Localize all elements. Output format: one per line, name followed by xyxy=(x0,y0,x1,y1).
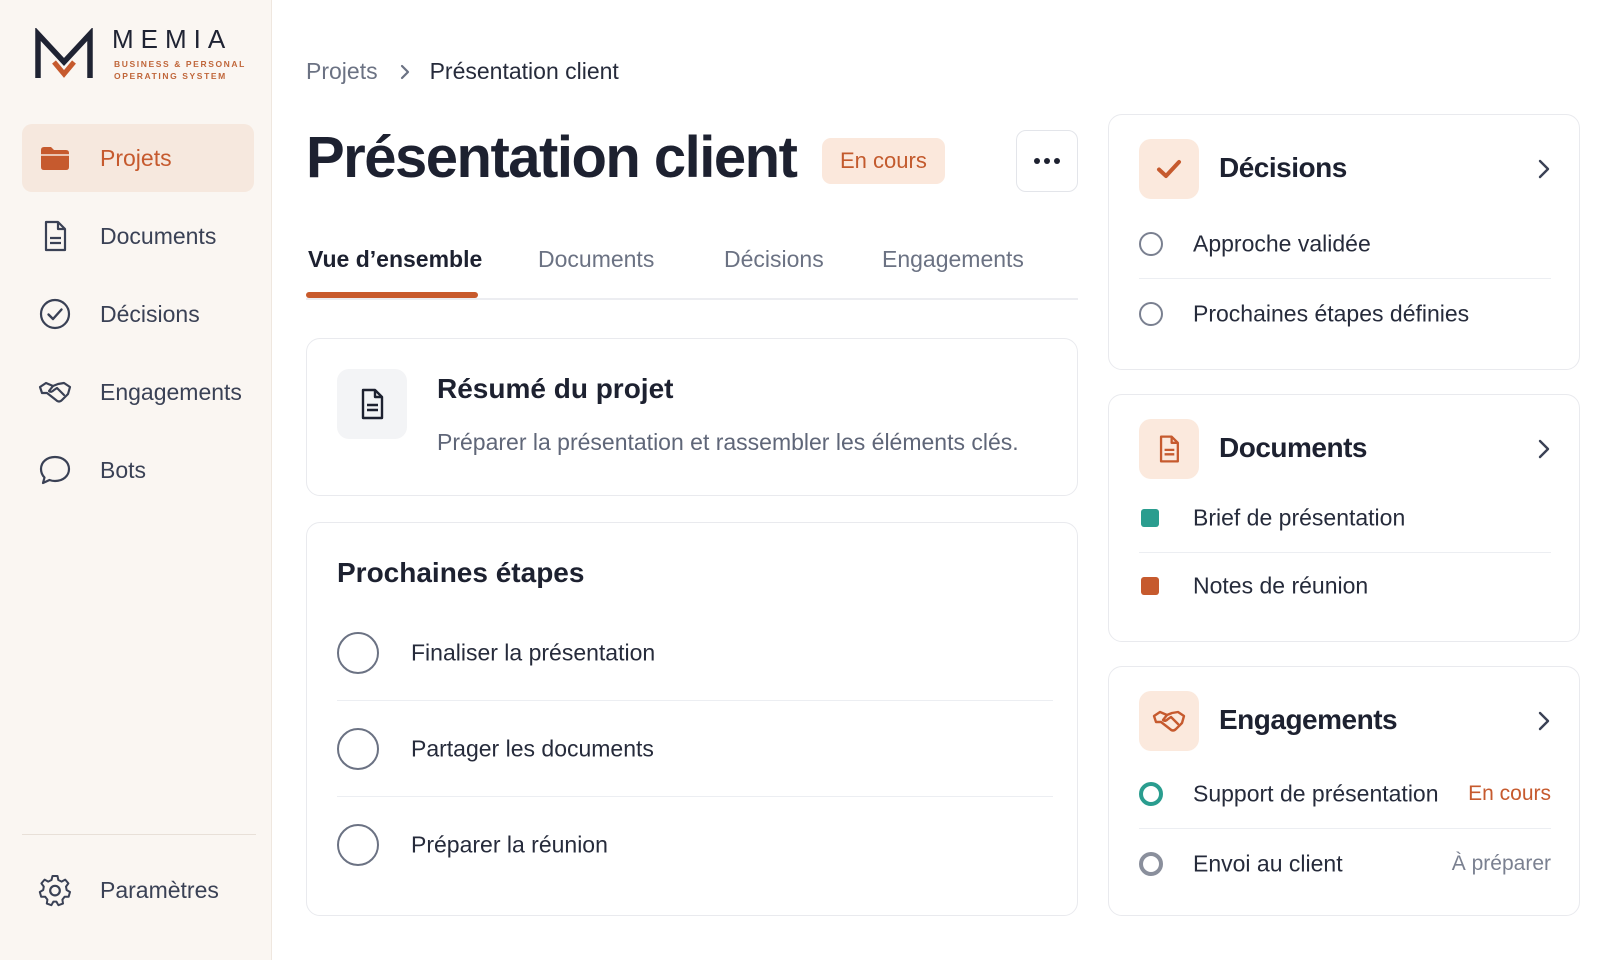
step-checkbox[interactable] xyxy=(337,728,379,770)
next-step-item[interactable]: Partager les documents xyxy=(337,701,1053,797)
breadcrumb-link-projets[interactable]: Projets xyxy=(306,58,378,85)
sidebar-item-bots[interactable]: Bots xyxy=(22,436,254,504)
document-item[interactable]: Brief de présentation xyxy=(1139,483,1551,553)
summary-icon-box xyxy=(337,369,407,439)
handshake-icon xyxy=(1152,710,1186,732)
document-color-marker xyxy=(1141,509,1159,527)
documents-panel-title: Documents xyxy=(1219,432,1367,463)
decision-label: Prochaines étapes définies xyxy=(1193,300,1470,327)
engagement-status-ring xyxy=(1139,852,1163,876)
decision-item[interactable]: Prochaines étapes définies xyxy=(1139,279,1551,349)
engagement-status: En cours xyxy=(1468,782,1551,805)
more-horizontal-icon xyxy=(1034,158,1060,164)
documents-panel-header[interactable]: Documents xyxy=(1139,419,1551,479)
status-badge: En cours xyxy=(822,138,945,184)
more-options-button[interactable] xyxy=(1016,130,1078,192)
decisions-panel: Décisions Approche validée Prochaines ét… xyxy=(1108,114,1580,370)
documents-icon-box xyxy=(1139,419,1199,479)
brand-logo[interactable]: MEMIA BUSINESS & PERSONAL OPERATING SYST… xyxy=(34,24,254,84)
tab-engagements[interactable]: Engagements xyxy=(882,246,1024,293)
tab-decisions[interactable]: Décisions xyxy=(724,246,824,293)
document-color-marker xyxy=(1141,577,1159,595)
summary-description: Préparer la présentation et rassembler l… xyxy=(437,429,1019,455)
breadcrumb: Projets Présentation client xyxy=(306,58,619,85)
summary-title: Résumé du projet xyxy=(437,373,674,404)
document-label: Notes de réunion xyxy=(1193,572,1369,599)
chat-bubble-icon xyxy=(39,455,71,485)
gear-icon xyxy=(38,875,71,907)
engagements-panel-title: Engagements xyxy=(1219,704,1398,735)
step-label: Préparer la réunion xyxy=(411,831,608,858)
document-icon xyxy=(44,220,67,252)
sidebar-item-label: Documents xyxy=(100,222,217,249)
next-steps-card: Prochaines étapes Finaliser la présentat… xyxy=(306,522,1078,916)
engagement-item[interactable]: Envoi au client À préparer xyxy=(1139,829,1551,899)
engagement-label: Support de présentation xyxy=(1193,780,1439,807)
next-step-item[interactable]: Préparer la réunion xyxy=(337,797,1053,893)
engagement-status: À préparer xyxy=(1451,852,1551,875)
step-label: Finaliser la présentation xyxy=(411,639,656,666)
engagement-status-ring xyxy=(1139,782,1163,806)
tab-vue-ensemble[interactable]: Vue d’ensemble xyxy=(308,246,482,293)
sidebar-item-decisions[interactable]: Décisions xyxy=(22,280,254,348)
decision-radio[interactable] xyxy=(1139,302,1163,326)
tab-bar: Vue d’ensemble Documents Décisions Engag… xyxy=(306,240,1078,300)
step-checkbox[interactable] xyxy=(337,824,379,866)
decision-label: Approche validée xyxy=(1193,230,1371,257)
sidebar-item-label: Bots xyxy=(100,456,147,483)
sidebar-settings: Paramètres xyxy=(22,856,254,934)
decisions-panel-title: Décisions xyxy=(1219,152,1347,183)
engagement-item[interactable]: Support de présentation En cours xyxy=(1139,759,1551,829)
chevron-right-icon xyxy=(1538,159,1550,179)
check-circle-icon xyxy=(39,298,71,330)
sidebar-item-parametres[interactable]: Paramètres xyxy=(22,856,254,924)
sidebar-item-label: Décisions xyxy=(100,300,200,327)
folder-icon xyxy=(41,147,69,170)
sidebar-item-engagements[interactable]: Engagements xyxy=(22,358,254,426)
page-title: Présentation client xyxy=(306,125,798,190)
app-window: MEMIA BUSINESS & PERSONAL OPERATING SYST… xyxy=(0,0,1600,960)
chevron-right-icon xyxy=(1538,711,1550,731)
documents-panel: Documents Brief de présentation Notes de… xyxy=(1108,394,1580,642)
step-checkbox[interactable] xyxy=(337,632,379,674)
decision-item[interactable]: Approche validée xyxy=(1139,209,1551,279)
sidebar-item-label: Engagements xyxy=(100,378,242,405)
engagements-icon-box xyxy=(1139,691,1199,751)
sidebar-nav: Projets Documents Décisions Engagements … xyxy=(22,124,254,514)
chevron-right-icon xyxy=(1538,439,1550,459)
active-tab-indicator xyxy=(306,292,478,298)
document-label: Brief de présentation xyxy=(1193,504,1406,531)
engagements-panel-header[interactable]: Engagements xyxy=(1139,691,1551,751)
sidebar-item-documents[interactable]: Documents xyxy=(22,202,254,270)
step-label: Partager les documents xyxy=(411,735,654,762)
document-item[interactable]: Notes de réunion xyxy=(1139,551,1551,621)
decisions-icon-box xyxy=(1139,139,1199,199)
engagement-label: Envoi au client xyxy=(1193,850,1343,877)
project-summary-card: Résumé du projet Préparer la présentatio… xyxy=(306,338,1078,496)
tab-documents[interactable]: Documents xyxy=(538,246,654,293)
memia-logo-icon xyxy=(35,28,93,78)
brand-tagline: BUSINESS & PERSONAL OPERATING SYSTEM xyxy=(114,59,246,81)
chevron-right-icon xyxy=(400,64,409,79)
next-step-item[interactable]: Finaliser la présentation xyxy=(337,605,1053,701)
handshake-icon xyxy=(38,381,72,403)
sidebar-item-projets[interactable]: Projets xyxy=(22,124,254,192)
decision-radio[interactable] xyxy=(1139,232,1163,256)
engagements-panel: Engagements Support de présentation En c… xyxy=(1108,666,1580,916)
brand-name: MEMIA xyxy=(112,24,233,54)
decisions-panel-header[interactable]: Décisions xyxy=(1139,139,1551,199)
sidebar-divider xyxy=(22,834,256,835)
document-icon xyxy=(361,388,384,420)
breadcrumb-current: Présentation client xyxy=(429,58,619,84)
document-icon xyxy=(1159,435,1179,463)
sidebar: MEMIA BUSINESS & PERSONAL OPERATING SYST… xyxy=(0,0,272,960)
sidebar-item-label: Paramètres xyxy=(100,876,219,903)
checkmark-icon xyxy=(1157,160,1181,178)
sidebar-item-label: Projets xyxy=(100,144,172,171)
next-steps-title: Prochaines étapes xyxy=(337,557,585,588)
